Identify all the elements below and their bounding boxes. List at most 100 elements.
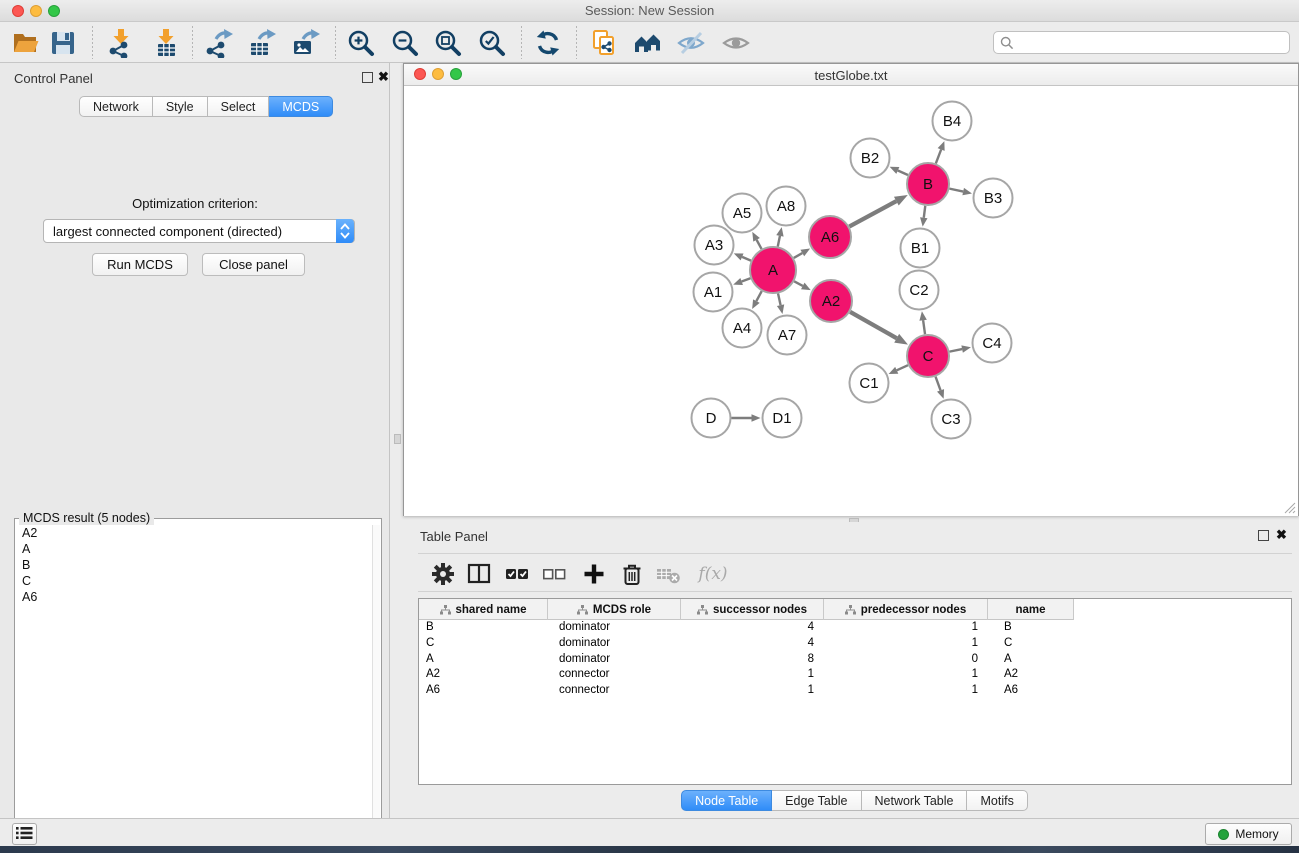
tab-motifs[interactable]: Motifs bbox=[967, 790, 1027, 811]
select-all-checkboxes-button[interactable] bbox=[502, 560, 532, 588]
export-network-button[interactable] bbox=[200, 26, 236, 60]
run-mcds-button[interactable]: Run MCDS bbox=[92, 253, 188, 276]
graph-node-A8[interactable]: A8 bbox=[767, 187, 806, 226]
column-header-successor-nodes[interactable]: successor nodes bbox=[681, 599, 824, 620]
tab-style[interactable]: Style bbox=[153, 96, 208, 117]
zoom-selected-button[interactable] bbox=[474, 26, 510, 60]
result-item[interactable]: A bbox=[16, 541, 372, 557]
graph-node-A6[interactable]: A6 bbox=[809, 216, 851, 258]
table-toolbar: f(x) bbox=[418, 553, 1292, 592]
result-item[interactable]: C bbox=[16, 573, 372, 589]
result-scrollbar[interactable] bbox=[372, 525, 380, 853]
table-row-A6[interactable]: A6connector11A6 bbox=[419, 683, 1074, 699]
graph-node-A5[interactable]: A5 bbox=[723, 194, 762, 233]
svg-text:B: B bbox=[923, 176, 933, 193]
table-float-icon[interactable] bbox=[1258, 530, 1269, 541]
result-item[interactable]: B bbox=[16, 557, 372, 573]
network-canvas[interactable]: A A1 A2 A3 A4 A5 A6 A7 A8 B B1 B2 B3 B4 … bbox=[404, 86, 1298, 516]
svg-text:D1: D1 bbox=[772, 410, 791, 427]
graph-node-A4[interactable]: A4 bbox=[723, 309, 762, 348]
table-settings-gear-button[interactable] bbox=[428, 560, 458, 588]
criterion-dropdown[interactable]: largest connected component (directed) bbox=[43, 219, 355, 243]
memory-button[interactable]: Memory bbox=[1205, 823, 1292, 845]
tab-network[interactable]: Network bbox=[79, 96, 153, 117]
tab-select[interactable]: Select bbox=[208, 96, 270, 117]
column-type-icon bbox=[577, 605, 588, 615]
table-row-A[interactable]: Adominator80A bbox=[419, 652, 1074, 668]
open-file-button[interactable] bbox=[7, 26, 43, 60]
graph-node-B2[interactable]: B2 bbox=[851, 139, 890, 178]
new-network-from-selection-button[interactable] bbox=[587, 26, 623, 60]
graph-node-B1[interactable]: B1 bbox=[901, 229, 940, 268]
export-network-icon bbox=[203, 28, 233, 58]
show-all-networks-button[interactable] bbox=[630, 26, 666, 60]
graph-node-C[interactable]: C bbox=[907, 335, 949, 377]
graph-node-A1[interactable]: A1 bbox=[694, 273, 733, 312]
svg-text:C2: C2 bbox=[909, 282, 928, 299]
graph-node-B4[interactable]: B4 bbox=[933, 102, 972, 141]
graph-node-C2[interactable]: C2 bbox=[900, 271, 939, 310]
tab-node-table[interactable]: Node Table bbox=[681, 790, 772, 811]
close-panel-icon[interactable]: ✖ bbox=[378, 69, 389, 85]
edge-A-A7 bbox=[778, 293, 781, 305]
split-divider-handle[interactable] bbox=[394, 434, 401, 444]
save-session-button[interactable] bbox=[45, 26, 81, 60]
close-panel-button[interactable]: Close panel bbox=[202, 253, 305, 276]
column-header-label: MCDS role bbox=[593, 604, 651, 616]
import-network-button[interactable] bbox=[103, 26, 139, 60]
table-cell: 8 bbox=[681, 652, 814, 668]
graph-node-A[interactable]: A bbox=[750, 247, 796, 293]
zoom-in-button[interactable] bbox=[343, 26, 379, 60]
edge-C-C3 bbox=[936, 377, 941, 391]
table-cell: B bbox=[1004, 620, 1074, 636]
hide-selected-button[interactable] bbox=[673, 26, 709, 60]
column-header-MCDS-role[interactable]: MCDS role bbox=[548, 599, 681, 620]
graph-node-A2[interactable]: A2 bbox=[810, 280, 852, 322]
graph-node-C3[interactable]: C3 bbox=[932, 400, 971, 439]
table-row-C[interactable]: Cdominator41C bbox=[419, 636, 1074, 652]
network-window-titlebar[interactable]: testGlobe.txt bbox=[404, 64, 1298, 86]
tab-edge-table[interactable]: Edge Table bbox=[772, 790, 861, 811]
import-table-button[interactable] bbox=[148, 26, 184, 60]
table-cell: 1 bbox=[824, 620, 978, 636]
table-close-icon[interactable]: ✖ bbox=[1276, 527, 1287, 543]
show-hidden-button[interactable] bbox=[718, 26, 754, 60]
resize-grip-icon[interactable] bbox=[1284, 502, 1296, 514]
svg-text:C3: C3 bbox=[941, 411, 960, 428]
float-panel-icon[interactable] bbox=[362, 72, 373, 83]
delete-column-trash-button[interactable] bbox=[617, 560, 647, 588]
graph-node-D[interactable]: D bbox=[692, 399, 731, 438]
graph-node-C1[interactable]: C1 bbox=[850, 364, 889, 403]
split-view-columns-button[interactable] bbox=[464, 560, 494, 588]
graph-node-A3[interactable]: A3 bbox=[695, 226, 734, 265]
show-all-networks-icon bbox=[633, 28, 663, 58]
export-image-button[interactable] bbox=[287, 26, 323, 60]
tab-network-table[interactable]: Network Table bbox=[862, 790, 968, 811]
graph-node-A7[interactable]: A7 bbox=[768, 316, 807, 355]
task-history-button[interactable] bbox=[12, 823, 37, 845]
refresh-view-button[interactable] bbox=[530, 26, 566, 60]
graph-node-C4[interactable]: C4 bbox=[973, 324, 1012, 363]
column-header-shared-name[interactable]: shared name bbox=[419, 599, 548, 620]
import-network-icon bbox=[106, 28, 136, 58]
graph-node-D1[interactable]: D1 bbox=[763, 399, 802, 438]
column-header-name[interactable]: name bbox=[988, 599, 1074, 620]
zoom-fit-button[interactable] bbox=[430, 26, 466, 60]
graph-node-B[interactable]: B bbox=[907, 163, 949, 205]
delete-table-button bbox=[653, 560, 683, 588]
export-table-button[interactable] bbox=[243, 26, 279, 60]
table-panel: Table Panel ✖ f(x) shared nameMCDS roles… bbox=[410, 522, 1299, 812]
column-header-predecessor-nodes[interactable]: predecessor nodes bbox=[824, 599, 988, 620]
table-row-A2[interactable]: A2connector11A2 bbox=[419, 667, 1074, 683]
result-item[interactable]: A2 bbox=[16, 525, 372, 541]
search-input[interactable] bbox=[1018, 33, 1284, 52]
tab-mcds[interactable]: MCDS bbox=[269, 96, 333, 117]
deselect-all-checkboxes-button[interactable] bbox=[539, 560, 569, 588]
edge-B-B3 bbox=[950, 189, 964, 192]
result-item[interactable]: A6 bbox=[16, 589, 372, 605]
add-column-plus-button[interactable] bbox=[579, 560, 609, 588]
table-row-B[interactable]: Bdominator41B bbox=[419, 620, 1074, 636]
table-cell: 1 bbox=[824, 683, 978, 699]
zoom-out-button[interactable] bbox=[387, 26, 423, 60]
graph-node-B3[interactable]: B3 bbox=[974, 179, 1013, 218]
